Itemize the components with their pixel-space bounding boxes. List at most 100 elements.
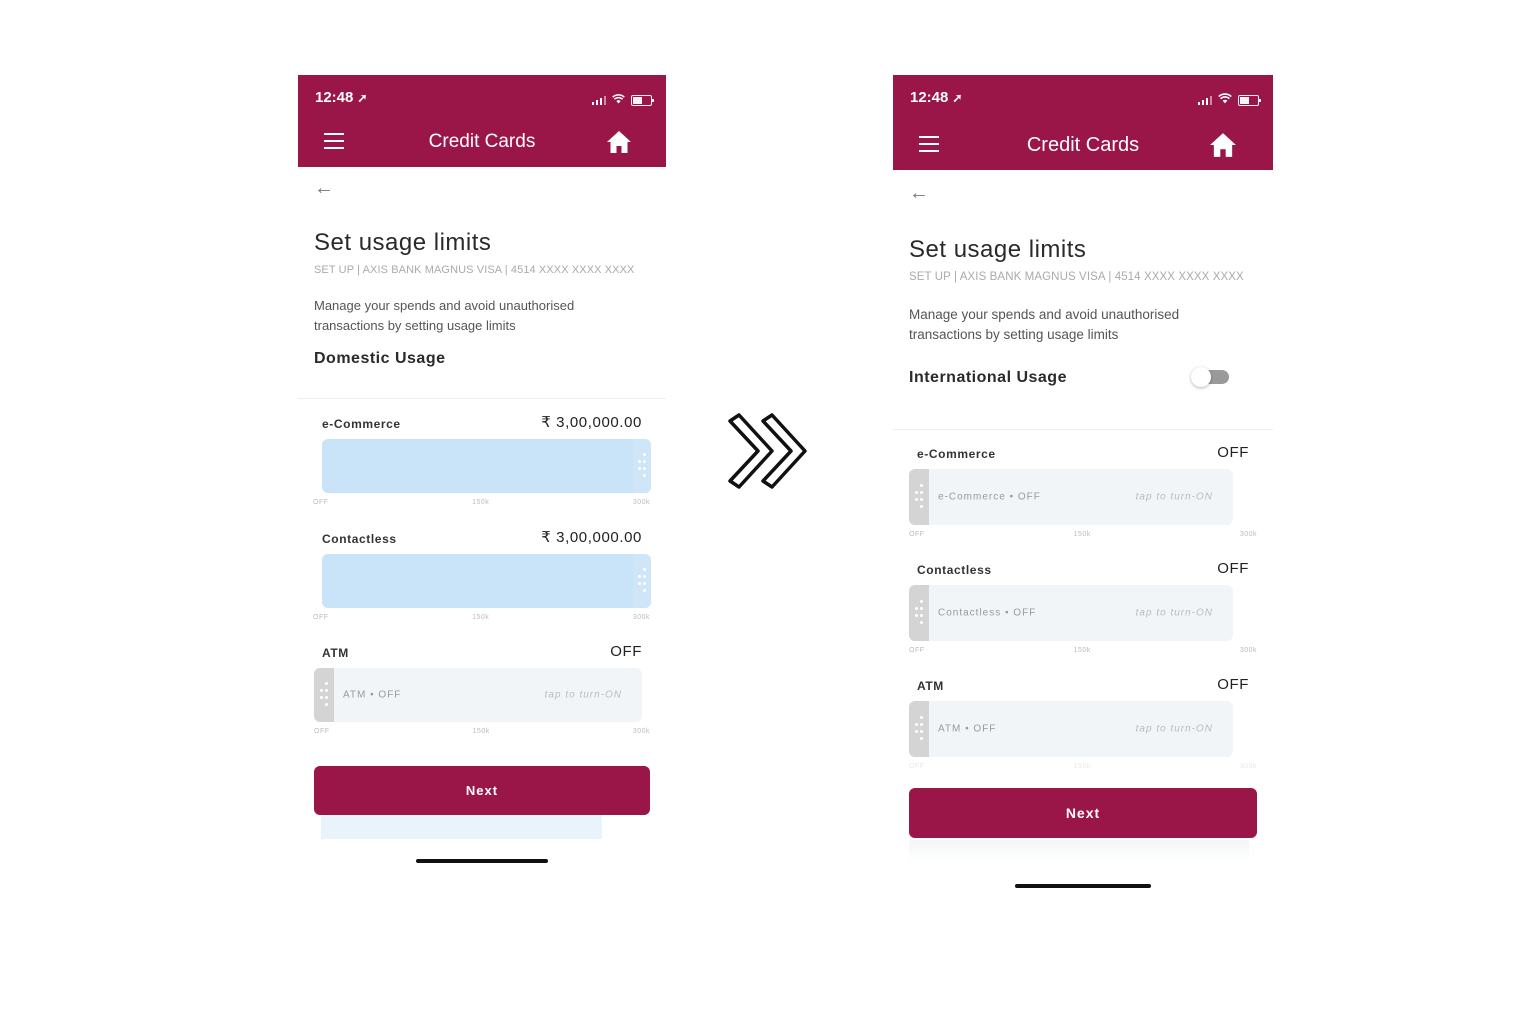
slider-handle[interactable] <box>909 585 929 641</box>
limit-row-ecommerce: e-Commerce OFF e-Commerce • OFF tap to t… <box>893 444 1273 538</box>
slider-state-text: e-Commerce • OFF <box>938 491 1041 503</box>
limit-row-atm: ATM OFF ATM • OFF tap to turn-ON OFF 150… <box>893 676 1273 770</box>
tick-label: 300k <box>632 728 650 735</box>
slider-ticks: OFF 150k 300k <box>313 499 650 506</box>
international-usage-toggle[interactable] <box>1191 367 1229 387</box>
card-subtitle: SET UP | AXIS BANK MAGNUS VISA | 4514 XX… <box>909 271 1244 283</box>
tick-label: 300k <box>1239 531 1257 538</box>
home-icon[interactable] <box>1209 131 1237 159</box>
status-bar: 12:48 ➚ <box>315 89 367 106</box>
card-subtitle: SET UP | AXIS BANK MAGNUS VISA | 4514 XX… <box>314 264 635 276</box>
section-title: Domestic Usage <box>314 350 446 367</box>
limit-row-contactless: Contactless ₹ 3,00,000.00 OFF 150k 300k <box>298 528 666 621</box>
section-title: International Usage <box>909 367 1257 387</box>
app-header: 12:48 ➚ Credit Cards <box>298 75 666 167</box>
battery-icon <box>631 94 654 106</box>
nav-title: Credit Cards <box>1026 133 1140 156</box>
row-label: Contactless <box>322 532 397 546</box>
tick-label: OFF <box>314 728 330 735</box>
limit-slider[interactable]: e-Commerce • OFF tap to turn-ON <box>909 469 1233 525</box>
grip-dots-icon <box>915 716 923 742</box>
location-arrow-icon: ➚ <box>952 90 963 105</box>
battery-icon <box>1238 94 1261 106</box>
tick-label: OFF <box>313 499 329 506</box>
wifi-icon <box>1218 91 1232 109</box>
page-title: Set usage limits <box>314 229 492 256</box>
slider-ticks: OFF 150k 300k <box>313 614 650 621</box>
tick-label: 150k <box>472 614 490 621</box>
row-label: ATM <box>322 646 349 660</box>
scrolled-content-peek <box>909 840 1249 864</box>
tick-label: 300k <box>1239 647 1257 654</box>
slider-ticks: OFF 150k 300k <box>909 763 1257 770</box>
app-header: 12:48 ➚ Credit Cards <box>893 75 1273 170</box>
limit-slider[interactable]: ATM • OFF tap to turn-ON <box>314 668 642 722</box>
phone-screen-domestic: 12:48 ➚ Credit Cards ← Set usage limits … <box>298 75 666 875</box>
description: Manage your spends and avoid unauthorise… <box>909 307 1180 342</box>
status-icons <box>591 91 654 109</box>
limit-value: OFF <box>1217 444 1249 461</box>
tap-to-turn-on-hint: tap to turn-ON <box>544 689 622 701</box>
home-indicator <box>1015 884 1151 888</box>
tick-label: 150k <box>472 499 490 506</box>
back-arrow-icon[interactable]: ← <box>909 182 1257 208</box>
slider-handle[interactable] <box>633 554 651 608</box>
divider <box>298 398 666 399</box>
double-chevron-right-icon <box>728 413 807 489</box>
tick-label: 300k <box>1239 763 1257 770</box>
limit-row-atm: ATM OFF ATM • OFF tap to turn-ON OFF 150… <box>298 643 666 735</box>
divider <box>893 429 1273 430</box>
limit-value: ₹ 3,00,000.00 <box>541 529 642 546</box>
status-bar: 12:48 ➚ <box>910 89 962 106</box>
slider-handle[interactable] <box>633 439 651 493</box>
tick-label: OFF <box>313 614 329 621</box>
status-icons <box>1197 91 1261 109</box>
home-indicator <box>416 859 548 863</box>
location-arrow-icon: ➚ <box>357 90 368 105</box>
limit-slider[interactable] <box>322 554 651 608</box>
limit-slider[interactable]: ATM • OFF tap to turn-ON <box>909 701 1233 757</box>
hamburger-menu-icon[interactable] <box>919 136 939 152</box>
slider-ticks: OFF 150k 300k <box>909 531 1257 538</box>
slider-ticks: OFF 150k 300k <box>909 647 1257 654</box>
back-arrow-icon[interactable]: ← <box>314 177 650 203</box>
slider-handle[interactable] <box>314 668 334 722</box>
status-time: 12:48 <box>910 89 949 106</box>
limit-value: OFF <box>1217 676 1249 693</box>
scrolled-content-peek <box>321 815 602 839</box>
home-icon[interactable] <box>606 129 632 155</box>
status-time: 12:48 <box>315 89 354 106</box>
wifi-icon <box>612 91 625 109</box>
section-title-text: International Usage <box>909 369 1067 386</box>
tick-label: OFF <box>909 531 925 538</box>
slider-state-text: ATM • OFF <box>343 689 402 701</box>
row-label: e-Commerce <box>322 417 401 431</box>
page-title: Set usage limits <box>909 236 1087 263</box>
phone-screen-international: 12:48 ➚ Credit Cards ← Set usage limits … <box>893 75 1273 905</box>
limit-slider[interactable]: Contactless • OFF tap to turn-ON <box>909 585 1233 641</box>
limit-value: ₹ 3,00,000.00 <box>541 414 642 431</box>
slider-state-text: Contactless • OFF <box>938 607 1037 619</box>
row-label: e-Commerce <box>917 447 996 461</box>
limit-row-contactless: Contactless OFF Contactless • OFF tap to… <box>893 560 1273 654</box>
slider-ticks: OFF 150k 300k <box>314 728 650 735</box>
next-button[interactable]: Next <box>314 766 650 815</box>
nav-title: Credit Cards <box>428 131 536 152</box>
row-label: Contactless <box>917 563 992 577</box>
tick-label: 300k <box>632 499 650 506</box>
row-label: ATM <box>917 679 944 693</box>
limit-row-ecommerce: e-Commerce ₹ 3,00,000.00 OFF 150k 300k <box>298 413 666 506</box>
tick-label: 150k <box>472 728 490 735</box>
grip-dots-icon <box>320 682 328 708</box>
limit-slider[interactable] <box>322 439 651 493</box>
tick-label: 150k <box>1073 763 1091 770</box>
signal-icon <box>591 95 606 105</box>
tick-label: OFF <box>909 647 925 654</box>
grip-dots-icon <box>638 568 646 594</box>
hamburger-menu-icon[interactable] <box>324 133 344 149</box>
slider-handle[interactable] <box>909 701 929 757</box>
next-button[interactable]: Next <box>909 788 1257 838</box>
tick-label: 150k <box>1073 647 1091 654</box>
slider-handle[interactable] <box>909 469 929 525</box>
description: Manage your spends and avoid unauthorise… <box>314 298 575 333</box>
